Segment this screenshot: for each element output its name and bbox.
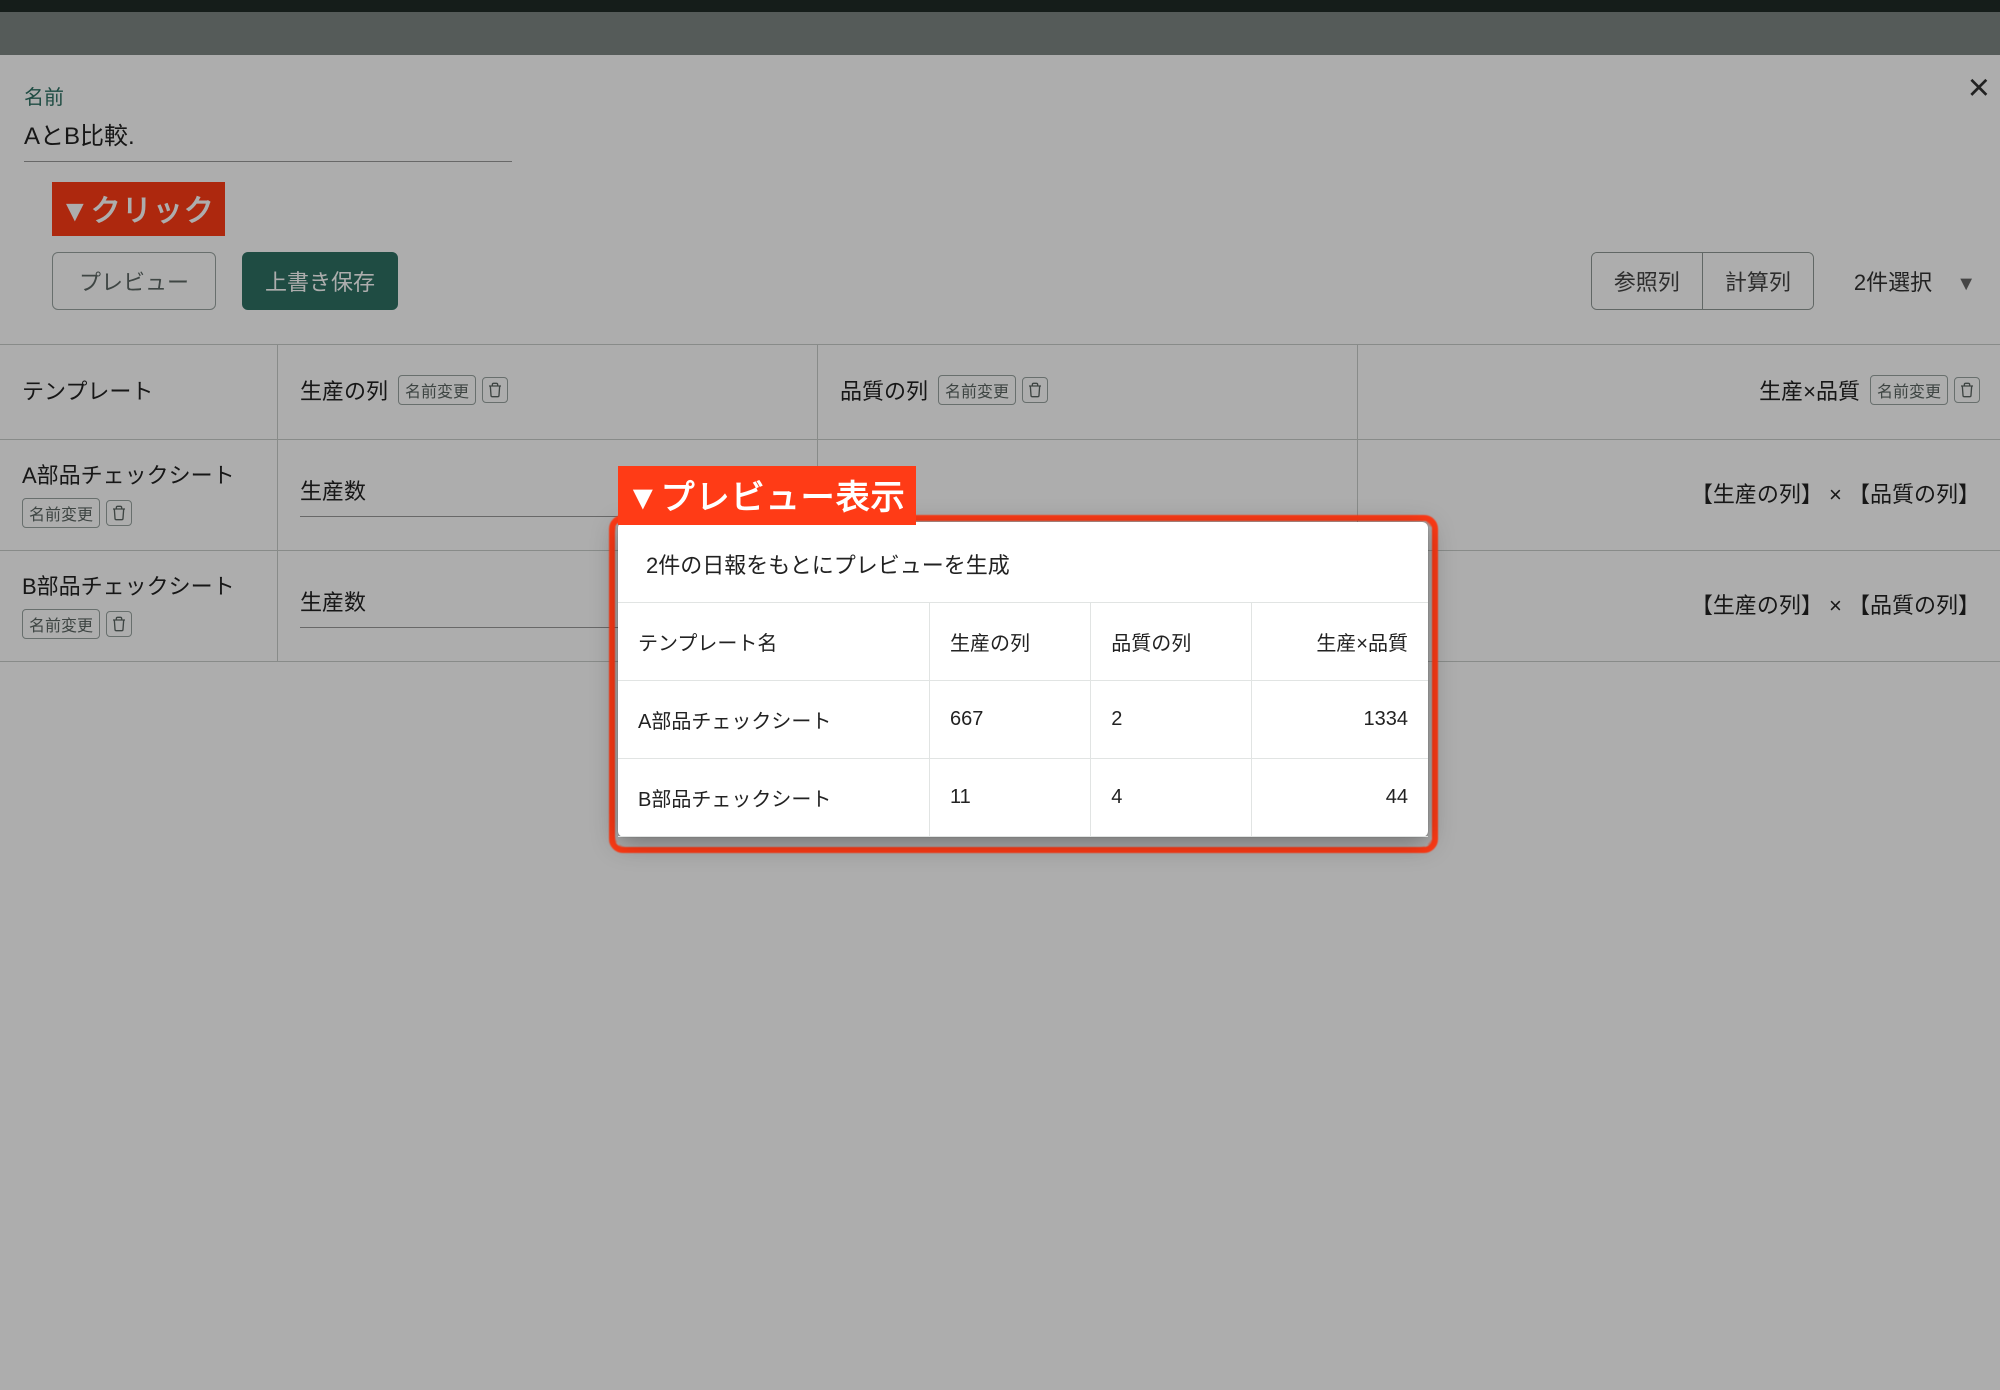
annotation-click-label: ▼クリック <box>52 182 225 236</box>
col-product: 生産×品質 <box>1252 603 1428 681</box>
preview-table: テンプレート名 生産の列 品質の列 生産×品質 A部品チェックシート 667 2… <box>618 602 1428 837</box>
header-col1: 生産の列 名前変更 <box>278 345 818 440</box>
header-col2: 品質の列 名前変更 <box>818 345 1358 440</box>
rename-button[interactable]: 名前変更 <box>22 498 100 528</box>
header-col3: 生産×品質 名前変更 <box>1358 345 2000 440</box>
app-top-strip <box>0 0 2000 12</box>
cell-c1: 11 <box>930 759 1091 837</box>
chevron-down-icon: ▼ <box>1956 273 1976 295</box>
segment-ref-column[interactable]: 参照列 <box>1592 253 1703 309</box>
template-row-a-name: A部品チェックシート 名前変更 <box>0 440 278 551</box>
template-row-b-formula: 【生産の列】 × 【品質の列】 <box>1358 551 2000 662</box>
cell-c3: 44 <box>1252 759 1428 837</box>
header-area: 名前 AとB比較. ▼クリック <box>0 55 2000 236</box>
select-count-label: 2件選択 <box>1854 270 1932 295</box>
template-row-b-name: B部品チェックシート 名前変更 <box>0 551 278 662</box>
table-header-row: テンプレート名 生産の列 品質の列 生産×品質 <box>618 603 1428 681</box>
template-a-label: A部品チェックシート <box>22 458 235 490</box>
header-col1-label: 生産の列 <box>300 374 388 406</box>
cell-c2: 4 <box>1091 759 1252 837</box>
close-icon[interactable]: × <box>1968 69 1990 107</box>
popup-header: 2件の日報をもとにプレビューを生成 <box>618 522 1428 602</box>
table-row: B部品チェックシート 11 4 44 <box>618 759 1428 837</box>
col-template-name: テンプレート名 <box>618 603 930 681</box>
select-count-dropdown[interactable]: 2件選択 ▼ <box>1854 265 1976 297</box>
preview-button[interactable]: プレビュー <box>52 252 216 310</box>
row-b-formula: 【生産の列】 × 【品質の列】 <box>1691 588 1980 620</box>
cell-c2: 2 <box>1091 681 1252 759</box>
cell-c1: 667 <box>930 681 1091 759</box>
trash-icon[interactable] <box>106 500 132 526</box>
toolbar: プレビュー 上書き保存 参照列 計算列 2件選択 ▼ <box>0 236 2000 344</box>
trash-icon[interactable] <box>1022 377 1048 403</box>
header-col2-label: 品質の列 <box>840 374 928 406</box>
rename-button[interactable]: 名前変更 <box>398 375 476 405</box>
row-a-formula: 【生産の列】 × 【品質の列】 <box>1691 477 1980 509</box>
cell-name: B部品チェックシート <box>618 759 930 837</box>
save-button[interactable]: 上書き保存 <box>242 252 398 310</box>
name-label: 名前 <box>24 81 1976 110</box>
name-input[interactable]: AとB比較. <box>24 110 512 162</box>
column-type-segment: 参照列 計算列 <box>1591 252 1814 310</box>
cell-c3: 1334 <box>1252 681 1428 759</box>
template-row-a-formula: 【生産の列】 × 【品質の列】 <box>1358 440 2000 551</box>
trash-icon[interactable] <box>482 377 508 403</box>
trash-icon[interactable] <box>106 611 132 637</box>
app-gray-bar <box>0 12 2000 55</box>
rename-button[interactable]: 名前変更 <box>938 375 1016 405</box>
header-col3-label: 生産×品質 <box>1759 374 1860 406</box>
template-b-label: B部品チェックシート <box>22 569 235 601</box>
header-template: テンプレート <box>0 345 278 440</box>
segment-calc-column[interactable]: 計算列 <box>1703 253 1813 309</box>
col-production: 生産の列 <box>930 603 1091 681</box>
col-quality: 品質の列 <box>1091 603 1252 681</box>
rename-button[interactable]: 名前変更 <box>1870 375 1948 405</box>
preview-popup: 2件の日報をもとにプレビューを生成 テンプレート名 生産の列 品質の列 生産×品… <box>618 522 1428 837</box>
table-row: A部品チェックシート 667 2 1334 <box>618 681 1428 759</box>
annotation-preview-label: ▼プレビュー表示 <box>618 466 916 525</box>
trash-icon[interactable] <box>1954 377 1980 403</box>
cell-name: A部品チェックシート <box>618 681 930 759</box>
header-template-label: テンプレート <box>22 374 153 406</box>
rename-button[interactable]: 名前変更 <box>22 609 100 639</box>
